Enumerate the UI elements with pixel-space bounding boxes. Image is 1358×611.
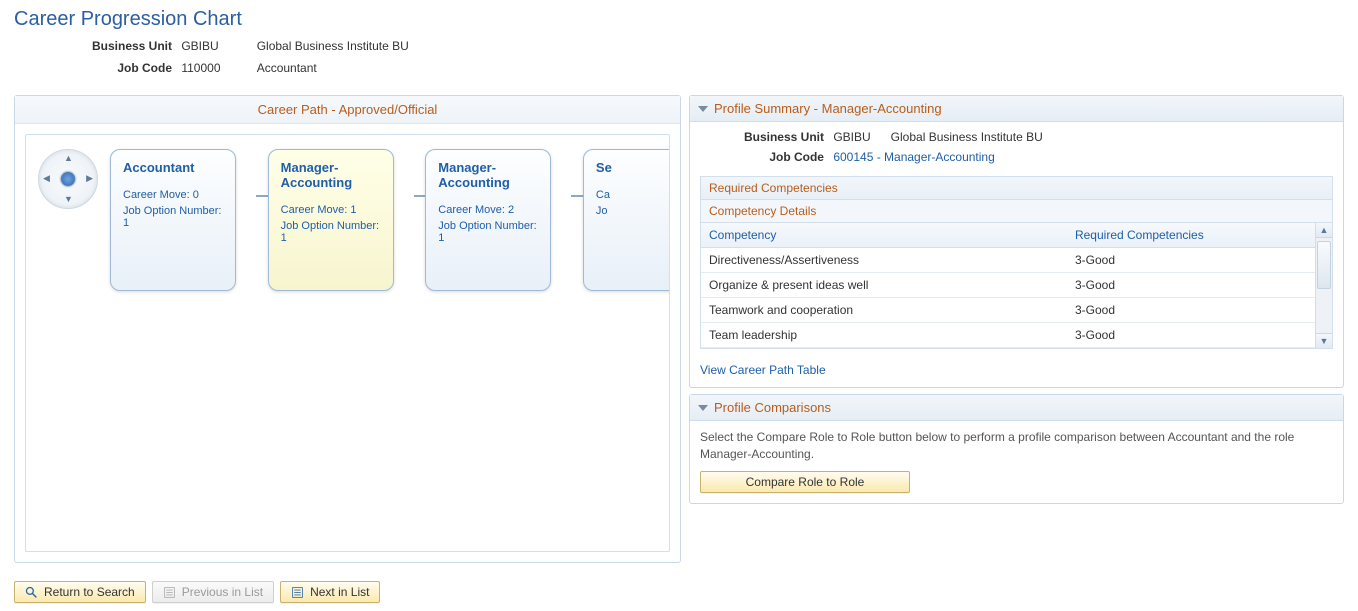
job-option-value: Job Option Number: 1 bbox=[438, 220, 538, 244]
job-option-value: Job Option Number: 1 bbox=[281, 220, 381, 244]
competency-table-wrap: Competency Required Competencies Directi… bbox=[700, 223, 1333, 349]
compass-center-icon bbox=[61, 172, 75, 186]
header-info: Business Unit GBIBU Global Business Inst… bbox=[14, 39, 1344, 83]
career-move-value: Career Move: 1 bbox=[281, 204, 381, 216]
career-node-title: Manager-Accounting bbox=[281, 160, 381, 190]
required-cell: 3-Good bbox=[1067, 323, 1332, 348]
career-node[interactable]: Se Ca Jo bbox=[583, 149, 670, 291]
career-node[interactable]: Manager-Accounting Career Move: 2 Job Opti… bbox=[425, 149, 551, 291]
node-connector bbox=[571, 195, 583, 197]
compare-role-button[interactable]: Compare Role to Role bbox=[700, 471, 910, 493]
career-move-value: Ca bbox=[596, 189, 670, 201]
career-node-title: Manager-Accounting bbox=[438, 160, 538, 190]
career-node-title: Accountant bbox=[123, 160, 223, 175]
scroll-up-icon: ▲ bbox=[1316, 223, 1332, 238]
search-icon bbox=[25, 586, 38, 599]
ps-business-unit-label: Business Unit bbox=[700, 130, 830, 144]
profile-comparisons-text: Select the Compare Role to Role button b… bbox=[700, 429, 1333, 463]
collapse-icon bbox=[698, 106, 708, 112]
table-row: Organize & present ideas well3-Good bbox=[701, 273, 1332, 298]
return-to-search-button[interactable]: Return to Search bbox=[14, 581, 146, 603]
competency-table: Competency Required Competencies Directi… bbox=[701, 223, 1332, 348]
business-unit-label: Business Unit bbox=[14, 39, 178, 53]
competency-cell: Team leadership bbox=[701, 323, 1067, 348]
previous-in-list-button: Previous in List bbox=[152, 581, 274, 603]
node-connector bbox=[414, 195, 426, 197]
table-row: Directiveness/Assertiveness3-Good bbox=[701, 248, 1332, 273]
return-to-search-label: Return to Search bbox=[44, 585, 135, 599]
career-move-value: Career Move: 0 bbox=[123, 189, 223, 201]
table-row: Team leadership3-Good bbox=[701, 323, 1332, 348]
career-path-panel: Career Path - Approved/Official ▲ ▼ ◀ ▶ … bbox=[14, 95, 681, 563]
col-competency[interactable]: Competency bbox=[701, 223, 1067, 248]
ps-job-code-link[interactable]: 600145 - Manager-Accounting bbox=[833, 150, 994, 164]
ps-business-unit-name: Global Business Institute BU bbox=[891, 130, 1043, 144]
competency-cell: Directiveness/Assertiveness bbox=[701, 248, 1067, 273]
job-option-value: Jo bbox=[596, 205, 670, 217]
career-path-title: Career Path - Approved/Official bbox=[15, 96, 680, 124]
node-connector bbox=[256, 195, 268, 197]
required-competencies-header: Required Competencies bbox=[700, 176, 1333, 200]
business-unit-name: Global Business Institute BU bbox=[257, 39, 409, 53]
required-cell: 3-Good bbox=[1067, 248, 1332, 273]
table-scrollbar[interactable]: ▲ ▼ bbox=[1315, 223, 1332, 348]
profile-comparisons-panel: Profile Comparisons Select the Compare R… bbox=[689, 394, 1344, 504]
profile-comparisons-title: Profile Comparisons bbox=[714, 400, 831, 415]
diagram-nav-compass[interactable]: ▲ ▼ ◀ ▶ bbox=[38, 149, 98, 209]
business-unit-code: GBIBU bbox=[181, 39, 253, 53]
profile-comparisons-header[interactable]: Profile Comparisons bbox=[690, 395, 1343, 421]
profile-summary-title: Profile Summary - Manager-Accounting bbox=[714, 101, 942, 116]
job-option-value: Job Option Number: 1 bbox=[123, 205, 223, 229]
job-title-value: Accountant bbox=[257, 61, 317, 75]
career-node-title: Se bbox=[596, 160, 670, 175]
competency-details-header: Competency Details bbox=[700, 200, 1333, 223]
ps-job-code-label: Job Code bbox=[700, 150, 830, 164]
ps-business-unit-code: GBIBU bbox=[833, 130, 887, 144]
required-cell: 3-Good bbox=[1067, 298, 1332, 323]
career-node[interactable]: Accountant Career Move: 0 Job Option Numbe… bbox=[110, 149, 236, 291]
competency-cell: Teamwork and cooperation bbox=[701, 298, 1067, 323]
list-prev-icon bbox=[163, 586, 176, 599]
page-title: Career Progression Chart bbox=[14, 8, 1344, 31]
career-node[interactable]: Manager-Accounting Career Move: 1 Job Opti… bbox=[268, 149, 394, 291]
chevron-right-icon: ▶ bbox=[86, 174, 93, 183]
competency-cell: Organize & present ideas well bbox=[701, 273, 1067, 298]
profile-summary-panel: Profile Summary - Manager-Accounting Bus… bbox=[689, 95, 1344, 388]
previous-in-list-label: Previous in List bbox=[182, 585, 263, 599]
col-required[interactable]: Required Competencies bbox=[1067, 223, 1332, 248]
job-code-value: 110000 bbox=[181, 61, 253, 75]
required-cell: 3-Good bbox=[1067, 273, 1332, 298]
career-move-value: Career Move: 2 bbox=[438, 204, 538, 216]
next-in-list-button[interactable]: Next in List bbox=[280, 581, 380, 603]
job-code-label: Job Code bbox=[14, 61, 178, 75]
list-next-icon bbox=[291, 586, 304, 599]
chevron-left-icon: ◀ bbox=[43, 174, 50, 183]
profile-summary-header[interactable]: Profile Summary - Manager-Accounting bbox=[690, 96, 1343, 122]
scroll-thumb bbox=[1317, 241, 1331, 289]
chevron-up-icon: ▲ bbox=[64, 154, 73, 163]
scroll-down-icon: ▼ bbox=[1316, 333, 1332, 348]
view-career-path-table-link[interactable]: View Career Path Table bbox=[700, 363, 826, 377]
chevron-down-icon: ▼ bbox=[64, 195, 73, 204]
collapse-icon bbox=[698, 405, 708, 411]
table-row: Teamwork and cooperation3-Good bbox=[701, 298, 1332, 323]
next-in-list-label: Next in List bbox=[310, 585, 369, 599]
